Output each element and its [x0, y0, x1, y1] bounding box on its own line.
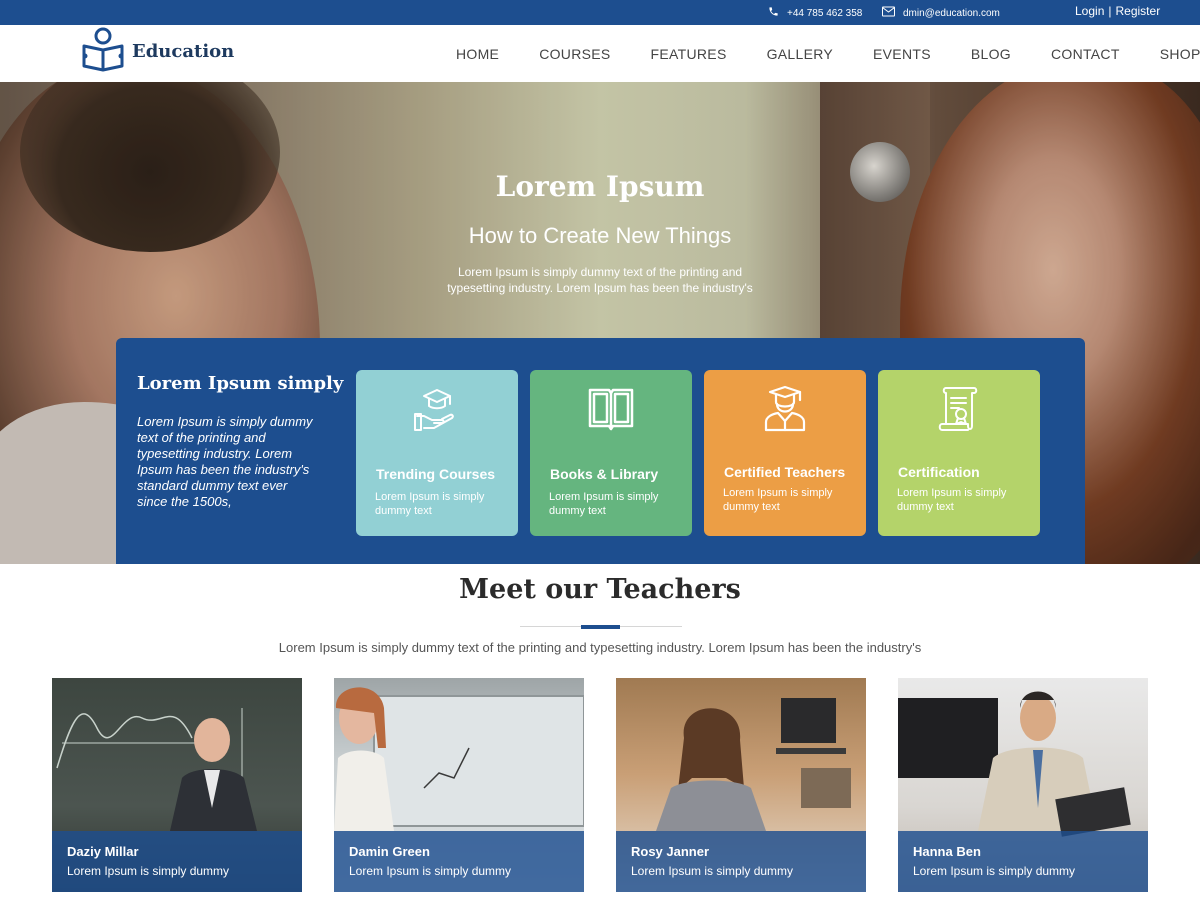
teacher-name: Damin Green [349, 844, 430, 859]
teacher-card[interactable]: Rosy Janner Lorem Ipsum is simply dummy [616, 678, 866, 892]
card-title: Books & Library [550, 466, 659, 482]
card-title: Certified Teachers [724, 464, 846, 480]
certificate-icon [878, 384, 1040, 434]
nav-shop[interactable]: SHOP [1160, 46, 1200, 62]
teacher-description: Lorem Ipsum is simply dummy [67, 864, 230, 878]
hero-subtitle: How to Create New Things [468, 223, 732, 248]
feature-card-books-library[interactable]: Books & Library Lorem Ipsum is simply du… [530, 370, 692, 536]
nav-gallery[interactable]: GALLERY [767, 46, 833, 62]
top-bar: +44 785 462 358 dmin@education.com Login… [0, 0, 1200, 25]
teacher-description: Lorem Ipsum is simply dummy [913, 864, 1076, 878]
teacher-card[interactable]: Daziy Millar Lorem Ipsum is simply dummy [52, 678, 302, 892]
teacher-description: Lorem Ipsum is simply dummy [349, 864, 512, 878]
teachers-section-description: Lorem Ipsum is simply dummy text of the … [278, 640, 922, 655]
card-title: Trending Courses [376, 466, 496, 482]
main-header: Education HOME COURSES FEATURES GALLERY … [0, 25, 1200, 82]
logo-text: Education [132, 41, 235, 62]
login-link[interactable]: Login [1075, 4, 1104, 18]
teacher-card[interactable]: Damin Green Lorem Ipsum is simply dummy [334, 678, 584, 892]
card-text: Lorem Ipsum is simply dummy text [375, 491, 485, 517]
register-link[interactable]: Register [1116, 4, 1161, 18]
email-contact[interactable]: dmin@education.com [882, 6, 1000, 20]
nav-events[interactable]: EVENTS [873, 46, 931, 62]
nav-home[interactable]: HOME [456, 46, 499, 62]
reader-logo-icon [80, 26, 126, 77]
card-text: Lorem Ipsum is simply dummy text [723, 487, 833, 513]
teacher-caption: Daziy Millar Lorem Ipsum is simply dummy [52, 831, 302, 892]
teacher-card[interactable]: Hanna Ben Lorem Ipsum is simply dummy [898, 678, 1148, 892]
nav-features[interactable]: FEATURES [651, 46, 727, 62]
feature-card-certification[interactable]: Certification Lorem Ipsum is simply dumm… [878, 370, 1040, 536]
teacher-name: Daziy Millar [67, 844, 139, 859]
site-logo[interactable]: Education [80, 26, 234, 77]
teacher-caption: Hanna Ben Lorem Ipsum is simply dummy [898, 831, 1148, 892]
teacher-name: Rosy Janner [631, 844, 710, 859]
card-text: Lorem Ipsum is simply dummy text [549, 491, 659, 517]
nav-blog[interactable]: BLOG [971, 46, 1011, 62]
teacher-caption: Rosy Janner Lorem Ipsum is simply dummy [616, 831, 866, 892]
auth-separator: | [1108, 4, 1112, 18]
card-text: Lorem Ipsum is simply dummy text [897, 487, 1007, 513]
open-book-icon [530, 384, 692, 434]
hero-text: Lorem Ipsum is simply dummy text of the … [447, 265, 753, 295]
main-nav: HOME COURSES FEATURES GALLERY EVENTS BLO… [456, 25, 1200, 82]
auth-links: Login | Register [1075, 4, 1160, 18]
teachers-section-title: Meet our Teachers [459, 574, 741, 605]
features-panel: Lorem Ipsum simply Lorem Ipsum is simply… [116, 338, 1085, 564]
teacher-description: Lorem Ipsum is simply dummy [631, 864, 794, 878]
feature-card-trending-courses[interactable]: Trending Courses Lorem Ipsum is simply d… [356, 370, 518, 536]
section-divider-accent [581, 625, 620, 629]
teacher-name: Hanna Ben [913, 844, 981, 859]
teacher-caption: Damin Green Lorem Ipsum is simply dummy [334, 831, 584, 892]
feature-card-certified-teachers[interactable]: Certified Teachers Lorem Ipsum is simply… [704, 370, 866, 536]
phone-contact[interactable]: +44 785 462 358 [768, 6, 862, 20]
graduation-cap-hand-icon [356, 384, 518, 434]
panel-title: Lorem Ipsum simply [137, 373, 344, 394]
nav-contact[interactable]: CONTACT [1051, 46, 1120, 62]
mail-icon [882, 6, 895, 20]
card-title: Certification [898, 464, 980, 480]
nav-courses[interactable]: COURSES [539, 46, 610, 62]
hero-title: Lorem Ipsum [495, 170, 705, 203]
panel-text: Lorem Ipsum is simply dummy text of the … [137, 414, 313, 509]
teacher-icon [704, 384, 866, 434]
phone-icon [768, 6, 779, 20]
email-address: dmin@education.com [903, 7, 1000, 19]
phone-number: +44 785 462 358 [787, 7, 863, 19]
